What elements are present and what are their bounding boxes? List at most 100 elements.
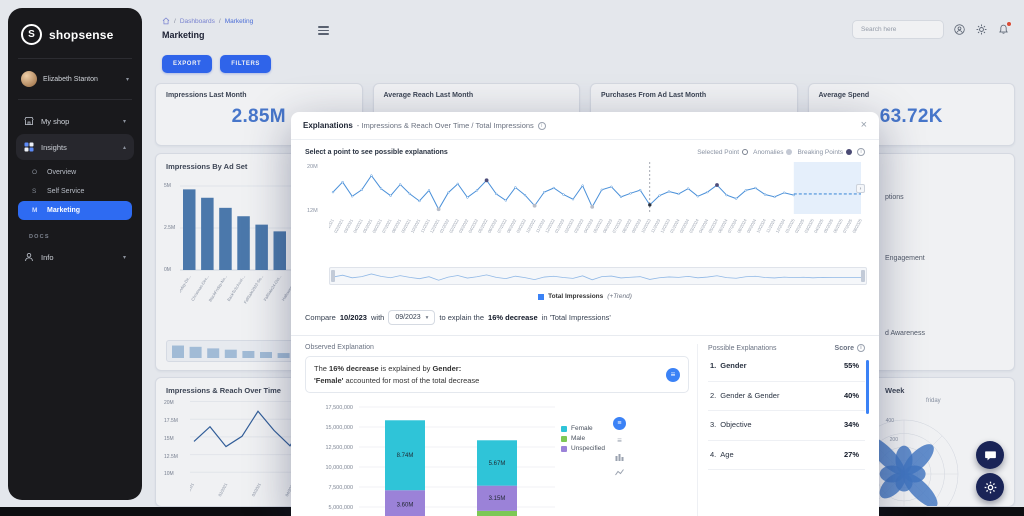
legend-label: Female — [571, 425, 593, 433]
export-button[interactable]: EXPORT — [162, 55, 213, 73]
explanation-name: Age — [720, 449, 734, 459]
explanation-row-gender-gender[interactable]: 2. Gender & Gender 40% — [708, 382, 865, 411]
line-toggle-icon[interactable] — [614, 467, 625, 478]
legend-item: Engagement — [885, 255, 925, 262]
compare-month-a: 10/2023 — [339, 313, 367, 322]
modal-title: Explanations — [303, 121, 353, 130]
breadcrumb-dashboards[interactable]: Dashboards — [180, 18, 215, 25]
compare-month-select[interactable]: 09/2023 ▾ — [388, 310, 436, 325]
chart-type-toggles: ≡ ≡ — [612, 417, 626, 516]
settings-gear-icon[interactable] — [974, 23, 988, 37]
explanation-chart-badge[interactable]: ≡ — [666, 367, 680, 382]
bar — [237, 216, 250, 270]
explanation-box: The 16% decrease is explained by Gender:… — [305, 356, 689, 394]
divider — [291, 335, 879, 336]
brush-handle-left[interactable] — [331, 270, 335, 282]
chart-scroll-right[interactable]: › — [856, 184, 865, 193]
modal-subtitle-path: - Impressions & Reach Over Time / Total … — [356, 121, 534, 130]
menu-toggle-icon[interactable] — [318, 26, 329, 37]
close-icon[interactable]: × — [861, 120, 867, 131]
sidebar-item-insights[interactable]: Insights ▴ — [16, 134, 134, 160]
y-tick: 5M — [164, 183, 171, 189]
settings-fab-button[interactable] — [976, 473, 1004, 501]
y-tick: 20M — [307, 164, 318, 170]
brush-svg — [332, 273, 861, 281]
kpi-title: Average Spend — [818, 92, 870, 99]
breadcrumb-marketing[interactable]: Marketing — [225, 18, 254, 25]
search-input[interactable] — [859, 25, 937, 34]
explanation-score: 40% — [843, 390, 859, 400]
segment-label: 3.15M — [489, 496, 506, 502]
explanation-row-gender[interactable]: 1. Gender 55% — [708, 352, 865, 382]
x-tick: FallSale24-Oct... — [262, 274, 282, 302]
user-name: Elizabeth Stanton — [43, 75, 98, 83]
subitem-label: Marketing — [47, 207, 81, 214]
stacked-svg: 17,500,000 15,000,000 12,500,000 10,000,000… — [325, 405, 555, 516]
search-box[interactable] — [852, 20, 944, 39]
info-icon[interactable]: i — [857, 148, 865, 156]
sidebar: S shopsense Elizabeth Stanton ▾ My shop … — [8, 8, 142, 500]
chat-fab-button[interactable] — [976, 441, 1004, 469]
explanation-score: 55% — [843, 361, 859, 370]
bar-toggle-icon[interactable] — [614, 451, 625, 462]
anomaly-dot — [786, 149, 793, 155]
chevron-down-icon: ▾ — [122, 118, 126, 125]
compare-text: with — [370, 313, 385, 322]
home-icon[interactable] — [162, 17, 170, 25]
legend-label: Selected Point — [697, 148, 740, 156]
explanation-row-objective[interactable]: 3. Objective 34% — [708, 411, 865, 441]
insights-subnav: O Overview S Self Service M Marketing — [16, 160, 134, 222]
brush-handle-right[interactable] — [861, 270, 865, 282]
y-tick: 17.5M — [164, 418, 178, 424]
notifications-bell-icon[interactable] — [996, 20, 1012, 37]
sidebar-item-my-shop[interactable]: My shop ▾ — [16, 108, 134, 134]
explanation-row-age[interactable]: 4. Age 27% — [708, 441, 865, 470]
list-toggle-icon[interactable]: ≡ — [614, 435, 625, 446]
score-label: Score — [834, 344, 854, 352]
timeline-line-chart[interactable]: 01/2021 02/2021 03/2021 04/2021 05/2021 06/20… — [323, 162, 865, 263]
rank: 1. — [710, 361, 717, 370]
bar — [219, 207, 232, 270]
gender-stacked-bar-chart[interactable]: 17,500,000 15,000,000 12,500,000 10,000,000… — [305, 399, 557, 516]
rank: 3. — [710, 420, 717, 429]
brand-logo-icon: S — [21, 24, 42, 45]
topbar-actions — [852, 20, 1012, 39]
timeline-brush-chart — [330, 268, 866, 289]
sidebar-item-overview[interactable]: O Overview — [18, 163, 132, 182]
subitem-label: Self Service — [47, 188, 85, 195]
selected-option: 09/2023 — [395, 314, 421, 321]
scrollbar[interactable] — [866, 360, 869, 414]
legend-label: Breaking Points — [797, 148, 843, 156]
timeline-chart-area: 20M 12M 01/2021 02/2021 03/2021 04/2021 05/2… — [305, 162, 865, 263]
series-color-swatch — [538, 293, 545, 300]
subitem-prefix: O — [32, 169, 38, 176]
y-tick: 10,000,000 — [325, 465, 353, 471]
radial-tick: 400 — [886, 418, 895, 424]
possible-explanations-panel: Possible Explanations Score i 1. Gender 5… — [697, 344, 869, 516]
observed-explanation-panel: Observed Explanation The 16% decrease is… — [305, 344, 697, 516]
bar — [255, 224, 268, 270]
page-title: Marketing — [162, 30, 205, 40]
y-tick: 15M — [164, 436, 174, 442]
x-tick: CyberMonday-De... — [180, 274, 192, 306]
legend-item: d Awareness — [885, 330, 925, 337]
user-menu[interactable]: Elizabeth Stanton ▾ — [8, 59, 142, 99]
account-icon[interactable] — [952, 23, 966, 37]
timeline-brush[interactable] — [329, 267, 867, 285]
explanation-text: The 16% decrease is explained by Gender:… — [314, 364, 480, 385]
sidebar-item-self-service[interactable]: S Self Service — [18, 182, 132, 201]
y-tick: 5,000,000 — [329, 505, 353, 511]
info-icon[interactable]: i — [537, 121, 546, 130]
subitem-prefix: M — [32, 207, 38, 214]
sidebar-item-info[interactable]: Info ▾ — [16, 244, 134, 270]
y-tick: 12,500,000 — [325, 445, 353, 451]
filters-button[interactable]: FILTERS — [220, 55, 272, 73]
segment-label: 5.67M — [489, 461, 506, 467]
page-toolbar: EXPORT FILTERS — [162, 55, 272, 73]
breadcrumb-separator: / — [218, 17, 221, 25]
x-tick: BlackFriday-No... — [208, 274, 229, 303]
info-icon[interactable]: i — [857, 344, 865, 352]
info-person-icon — [24, 252, 34, 262]
sidebar-item-marketing[interactable]: M Marketing — [18, 201, 132, 220]
scatter-toggle-icon[interactable]: ≡ — [612, 417, 626, 431]
